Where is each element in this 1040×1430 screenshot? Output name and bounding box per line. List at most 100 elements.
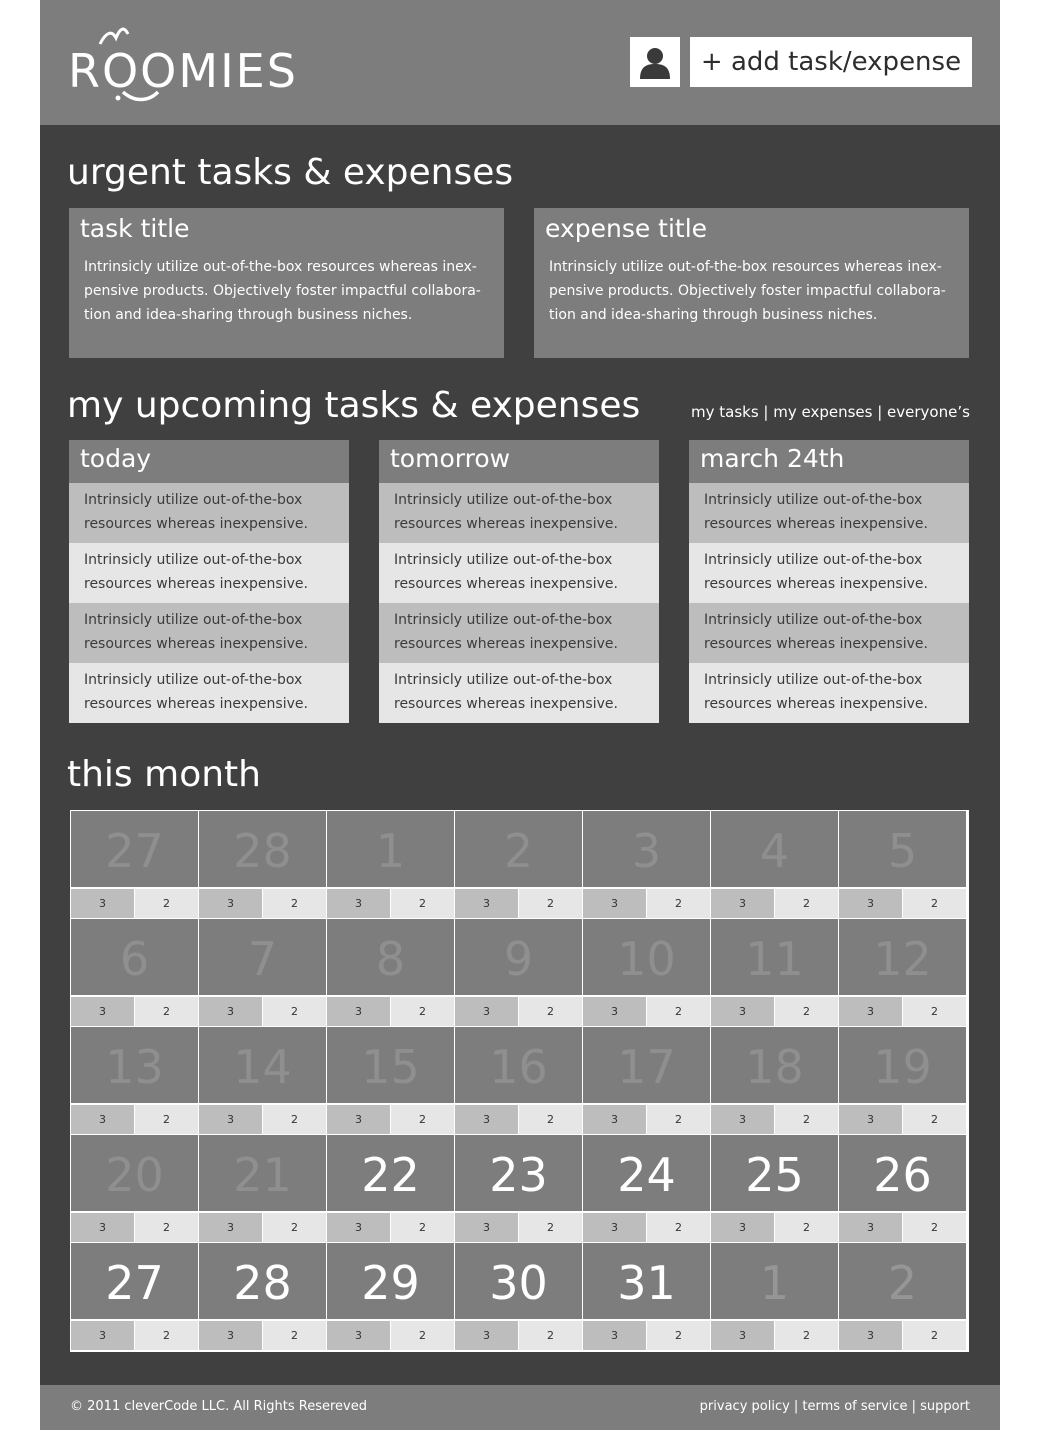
list-item[interactable]: Intrinsicly utilize out-of-the-box resou… <box>69 483 349 543</box>
expense-count[interactable]: 2 <box>647 997 710 1026</box>
add-task-expense-button[interactable]: + add task/expense <box>690 37 972 87</box>
calendar-day[interactable]: 23 3 2 <box>455 1135 582 1242</box>
expense-count[interactable]: 2 <box>135 997 198 1026</box>
calendar-day[interactable]: 17 3 2 <box>583 1027 710 1134</box>
calendar-day[interactable]: 16 3 2 <box>455 1027 582 1134</box>
task-count[interactable]: 3 <box>455 1213 518 1242</box>
calendar-day[interactable]: 332 <box>583 811 710 918</box>
calendar-day[interactable]: 20 3 2 <box>71 1135 198 1242</box>
expense-count[interactable]: 2 <box>263 1105 326 1134</box>
task-count[interactable]: 3 <box>711 1105 774 1134</box>
calendar-day[interactable]: 732 <box>199 919 326 1026</box>
calendar-day[interactable]: 13 3 2 <box>71 1027 198 1134</box>
list-item[interactable]: Intrinsicly utilize out-of-the-box resou… <box>379 483 659 543</box>
calendar-day[interactable]: 25 3 2 <box>711 1135 838 1242</box>
calendar-day[interactable]: 26 3 2 <box>839 1135 966 1242</box>
task-count[interactable]: 3 <box>71 997 134 1026</box>
expense-count[interactable]: 2 <box>135 1213 198 1242</box>
expense-count[interactable]: 2 <box>647 889 710 918</box>
task-count[interactable]: 3 <box>327 997 390 1026</box>
calendar-day[interactable]: 532 <box>839 811 966 918</box>
calendar-day[interactable]: 132 <box>327 811 454 918</box>
task-count[interactable]: 3 <box>199 1321 262 1350</box>
calendar-day[interactable]: 27 3 2 <box>71 811 198 918</box>
task-count[interactable]: 3 <box>711 889 774 918</box>
task-count[interactable]: 3 <box>583 1213 646 1242</box>
expense-count[interactable]: 2 <box>775 1105 838 1134</box>
expense-count[interactable]: 2 <box>519 889 582 918</box>
task-count[interactable]: 3 <box>327 1321 390 1350</box>
expense-count[interactable]: 2 <box>903 889 966 918</box>
calendar-day[interactable]: 22 3 2 <box>327 1135 454 1242</box>
task-count[interactable]: 3 <box>71 1105 134 1134</box>
task-count[interactable]: 3 <box>199 1213 262 1242</box>
calendar-day[interactable]: 28 3 2 <box>199 1243 326 1350</box>
task-count[interactable]: 3 <box>327 1213 390 1242</box>
calendar-day[interactable]: 632 <box>71 919 198 1026</box>
expense-count[interactable]: 2 <box>391 1105 454 1134</box>
task-count[interactable]: 3 <box>839 997 902 1026</box>
expense-count[interactable]: 2 <box>519 1213 582 1242</box>
expense-count[interactable]: 2 <box>263 1213 326 1242</box>
calendar-day[interactable]: 24 3 2 <box>583 1135 710 1242</box>
expense-count[interactable]: 2 <box>391 1213 454 1242</box>
expense-count[interactable]: 2 <box>903 1321 966 1350</box>
expense-count[interactable]: 2 <box>519 1321 582 1350</box>
expense-count[interactable]: 2 <box>391 889 454 918</box>
list-item[interactable]: Intrinsicly utilize out-of-the-box resou… <box>689 663 969 723</box>
task-count[interactable]: 3 <box>199 1105 262 1134</box>
expense-count[interactable]: 2 <box>263 997 326 1026</box>
profile-button[interactable] <box>630 37 680 87</box>
task-count[interactable]: 3 <box>327 889 390 918</box>
calendar-day[interactable]: 11 3 2 <box>711 919 838 1026</box>
expense-count[interactable]: 2 <box>903 997 966 1026</box>
task-count[interactable]: 3 <box>839 889 902 918</box>
calendar-day[interactable]: 12 3 2 <box>839 919 966 1026</box>
task-count[interactable]: 3 <box>455 1321 518 1350</box>
task-count[interactable]: 3 <box>711 997 774 1026</box>
expense-count[interactable]: 2 <box>775 1321 838 1350</box>
calendar-day[interactable]: 10 3 2 <box>583 919 710 1026</box>
calendar-day[interactable]: 18 3 2 <box>711 1027 838 1134</box>
roomies-logo[interactable]: ROOMIES <box>68 18 296 110</box>
calendar-day[interactable]: 27 3 2 <box>71 1243 198 1350</box>
list-item[interactable]: Intrinsicly utilize out-of-the-box resou… <box>689 603 969 663</box>
list-item[interactable]: Intrinsicly utilize out-of-the-box resou… <box>379 543 659 603</box>
task-count[interactable]: 3 <box>839 1321 902 1350</box>
expense-count[interactable]: 2 <box>263 889 326 918</box>
task-count[interactable]: 3 <box>711 1321 774 1350</box>
list-item[interactable]: Intrinsicly utilize out-of-the-box resou… <box>69 603 349 663</box>
upcoming-filters[interactable]: my tasks | my expenses | everyone’s <box>691 403 970 421</box>
calendar-day[interactable]: 29 3 2 <box>327 1243 454 1350</box>
calendar-day[interactable]: 21 3 2 <box>199 1135 326 1242</box>
expense-count[interactable]: 2 <box>647 1213 710 1242</box>
expense-count[interactable]: 2 <box>647 1105 710 1134</box>
expense-count[interactable]: 2 <box>775 889 838 918</box>
calendar-day[interactable]: 432 <box>711 811 838 918</box>
urgent-expense-card[interactable]: expense title Intrinsicly utilize out-of… <box>534 208 969 358</box>
list-item[interactable]: Intrinsicly utilize out-of-the-box resou… <box>69 543 349 603</box>
list-item[interactable]: Intrinsicly utilize out-of-the-box resou… <box>689 543 969 603</box>
expense-count[interactable]: 2 <box>263 1321 326 1350</box>
task-count[interactable]: 3 <box>583 1105 646 1134</box>
calendar-day[interactable]: 28 3 2 <box>199 811 326 918</box>
urgent-task-card[interactable]: task title Intrinsicly utilize out-of-th… <box>69 208 504 358</box>
calendar-day[interactable]: 832 <box>327 919 454 1026</box>
expense-count[interactable]: 2 <box>135 889 198 918</box>
expense-count[interactable]: 2 <box>519 1105 582 1134</box>
calendar-day[interactable]: 232 <box>455 811 582 918</box>
task-count[interactable]: 3 <box>71 1213 134 1242</box>
footer-links[interactable]: privacy policy | terms of service | supp… <box>700 1399 970 1414</box>
expense-count[interactable]: 2 <box>775 1213 838 1242</box>
expense-count[interactable]: 2 <box>391 997 454 1026</box>
expense-count[interactable]: 2 <box>903 1105 966 1134</box>
list-item[interactable]: Intrinsicly utilize out-of-the-box resou… <box>379 663 659 723</box>
list-item[interactable]: Intrinsicly utilize out-of-the-box resou… <box>689 483 969 543</box>
calendar-day[interactable]: 30 3 2 <box>455 1243 582 1350</box>
task-count[interactable]: 3 <box>711 1213 774 1242</box>
calendar-day[interactable]: 14 3 2 <box>199 1027 326 1134</box>
task-count[interactable]: 3 <box>327 1105 390 1134</box>
calendar-day[interactable]: 31 3 2 <box>583 1243 710 1350</box>
expense-count[interactable]: 2 <box>775 997 838 1026</box>
task-count[interactable]: 3 <box>839 1105 902 1134</box>
